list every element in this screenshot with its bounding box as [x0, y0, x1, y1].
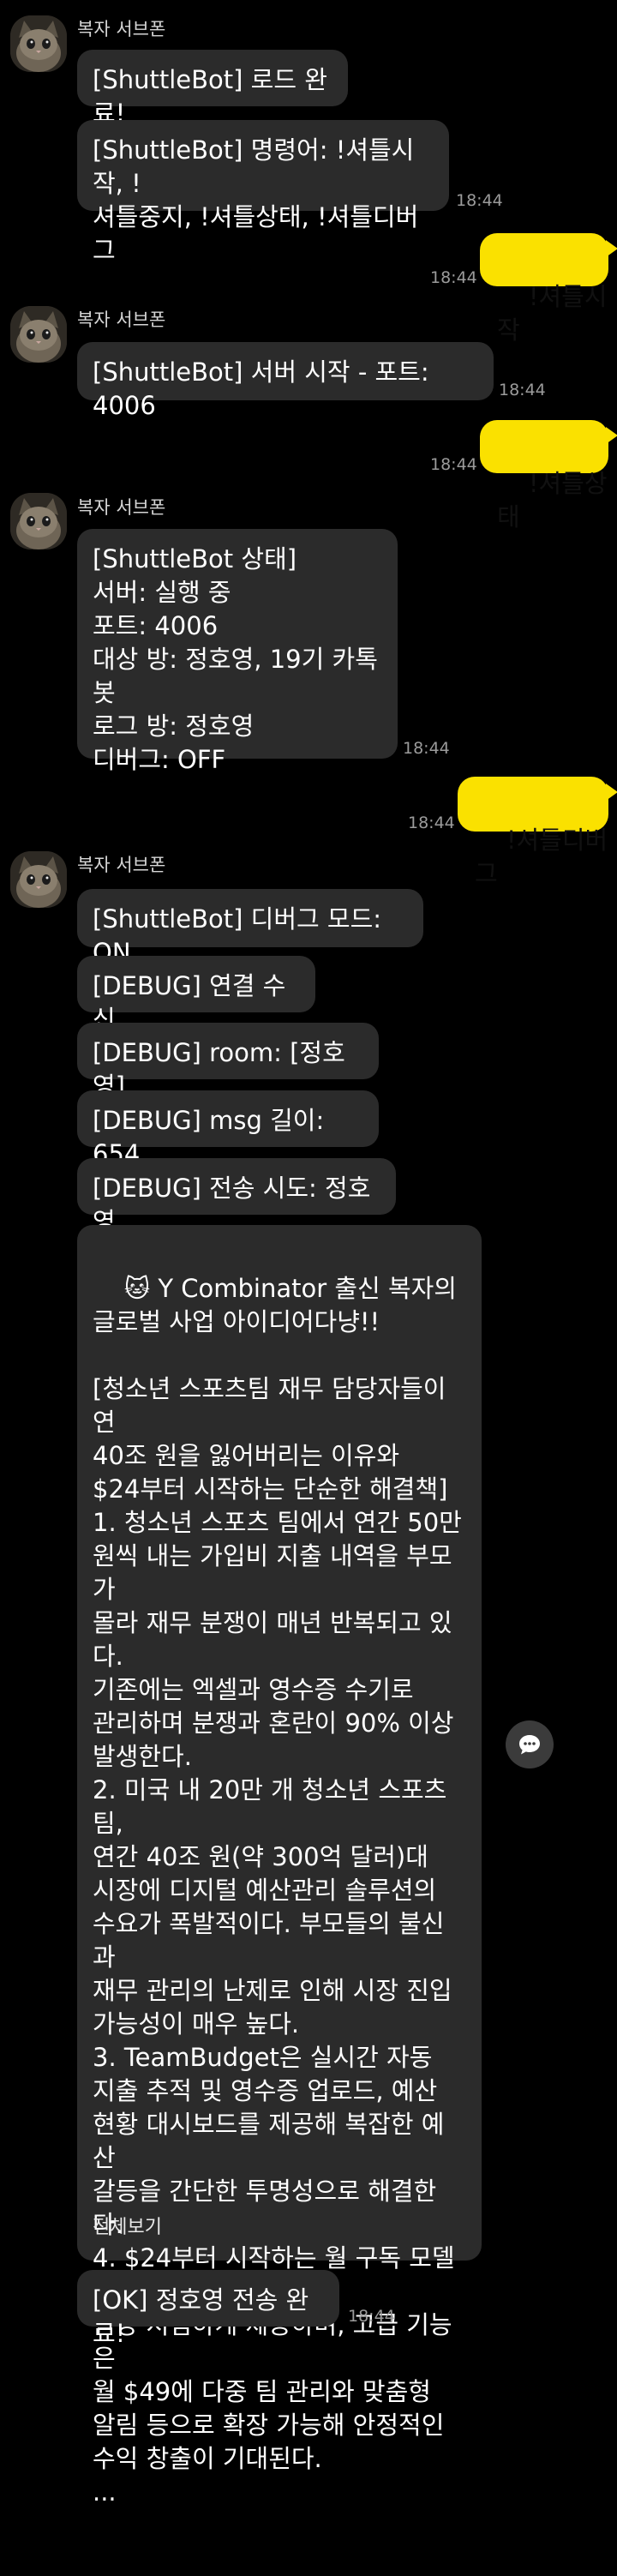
message-timestamp: 18:44: [499, 381, 546, 399]
outgoing-message-bubble[interactable]: !셔틀시작: [480, 233, 617, 345]
message-bubble[interactable]: [DEBUG] 연결 수신: [77, 956, 315, 1034]
sender-name: 복자 서브폰: [77, 855, 166, 875]
chat-bubble-icon[interactable]: [506, 1720, 554, 1768]
outgoing-message-bubble[interactable]: !셔틀상태: [480, 420, 617, 531]
message-bubble[interactable]: [ShuttleBot] 서버 시작 - 포트: 4006: [77, 342, 494, 420]
sender-name: 복자 서브폰: [77, 309, 166, 330]
bubble-tail: [606, 784, 617, 801]
message-timestamp: 18:44: [348, 2307, 395, 2326]
cat-avatar-icon[interactable]: [10, 306, 67, 363]
message-bubble[interactable]: [ShuttleBot] 디버그 모드: ON: [77, 889, 423, 967]
message-timestamp: 18:44: [430, 268, 477, 287]
message-bubble[interactable]: [DEBUG] msg 길이: 654: [77, 1090, 379, 1168]
message-bubble[interactable]: [ShuttleBot 상태] 서버: 실행 중 포트: 4006 대상 방: …: [77, 529, 398, 774]
chat-area[interactable]: 복자 서브폰 [ShuttleBot] 로드 완료! [ShuttleBot] …: [0, 0, 617, 2507]
message-text: !셔틀상태: [497, 469, 608, 531]
see-all-link[interactable]: 전체보기: [93, 2216, 162, 2240]
cat-avatar-icon[interactable]: [10, 493, 67, 549]
bubble-tail: [606, 427, 617, 444]
outgoing-message-bubble[interactable]: !셔틀디버그: [458, 777, 617, 888]
message-timestamp: 18:44: [456, 191, 503, 210]
sender-name: 복자 서브폰: [77, 19, 166, 39]
message-bubble[interactable]: [DEBUG] 전송 시도: 정호영: [77, 1158, 396, 1236]
long-message-bubble[interactable]: 🐱 Y Combinator 출신 복자의 글로벌 사업 아이디어다냥!! [청…: [77, 1225, 482, 2507]
sender-name: 복자 서브폰: [77, 497, 166, 518]
message-bubble[interactable]: [ShuttleBot] 명령어: !셔틀시작, ! 셔틀중지, !셔틀상태, …: [77, 120, 449, 265]
message-timestamp: 18:44: [408, 814, 455, 832]
message-timestamp: 18:44: [403, 739, 450, 758]
bubble-tail: [606, 240, 617, 257]
message-text: !셔틀시작: [497, 282, 608, 345]
cat-avatar-icon[interactable]: [10, 851, 67, 908]
cat-avatar-icon[interactable]: [10, 15, 67, 72]
message-bubble[interactable]: [ShuttleBot] 로드 완료!: [77, 50, 348, 128]
message-text: !셔틀디버그: [475, 826, 608, 888]
message-timestamp: 18:44: [430, 455, 477, 474]
message-bubble[interactable]: [OK] 정호영 전송 완료!: [77, 2270, 339, 2348]
message-bubble[interactable]: [DEBUG] room: [정호영]: [77, 1023, 379, 1101]
